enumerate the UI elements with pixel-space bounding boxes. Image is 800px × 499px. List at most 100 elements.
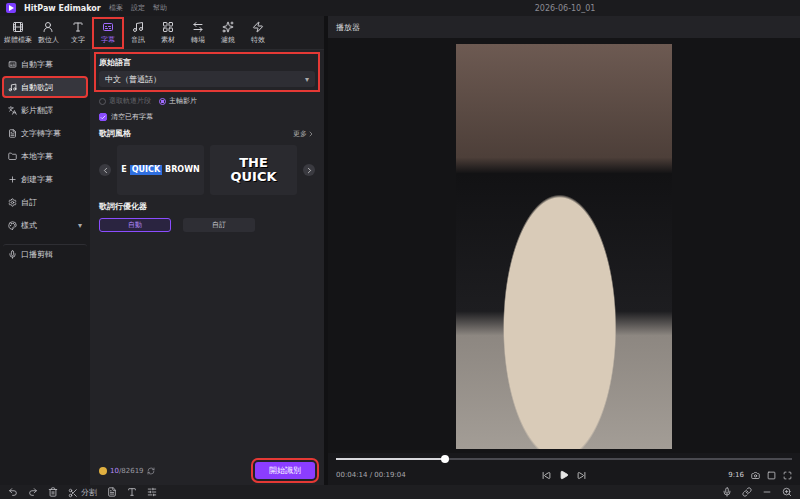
fullscreen-icon[interactable] xyxy=(783,471,792,480)
split-button[interactable]: 分割 xyxy=(68,487,97,498)
zoom-in-icon[interactable] xyxy=(782,487,792,497)
optimizer-button[interactable]: 自動 xyxy=(99,218,171,232)
sidebar-item[interactable]: 自動歌詞 xyxy=(3,77,87,97)
sidebar-item-icon xyxy=(8,60,17,69)
sidebar: 自動字幕自動歌詞影片翻譯文字轉字幕本地字幕創建字幕自訂樣式▾ 口播剪輯 xyxy=(0,50,90,485)
language-label: 原始語言 xyxy=(99,57,315,68)
tool-tab[interactable]: 濾鏡 xyxy=(214,19,242,47)
tool-tab[interactable]: 數位人 xyxy=(34,19,62,47)
sidebar-item[interactable]: 創建字幕 xyxy=(3,169,87,189)
mic-icon[interactable] xyxy=(722,487,732,497)
sidebar-label: 影片翻譯 xyxy=(21,105,53,116)
tab-icon xyxy=(12,21,24,33)
next-frame-icon[interactable] xyxy=(577,471,586,480)
sidebar-item[interactable]: 影片翻譯 xyxy=(3,100,87,120)
radio-dot xyxy=(159,98,166,105)
radio-label: 選取軌道片段 xyxy=(109,96,151,106)
sidebar-label: 創建字幕 xyxy=(21,174,53,185)
camera-icon[interactable] xyxy=(751,471,760,480)
sidebar-item-icon xyxy=(8,175,17,184)
tool-tabs: 媒體檔案數位人文字字幕音訊 素材 轉場濾鏡特效 xyxy=(0,16,324,50)
tab-icon xyxy=(162,21,174,33)
play-icon[interactable] xyxy=(559,470,569,480)
sidebar-item[interactable]: 文字轉字幕 xyxy=(3,123,87,143)
video-frame xyxy=(456,44,672,449)
previous-frame-icon[interactable] xyxy=(542,471,551,480)
sidebar-label: 自訂 xyxy=(21,197,37,208)
crop-icon[interactable] xyxy=(767,471,776,480)
language-value: 中文（普通話） xyxy=(105,74,161,85)
radio-option[interactable]: 選取軌道片段 xyxy=(99,96,151,106)
menu-item[interactable]: 幫助 xyxy=(153,3,167,13)
playhead[interactable] xyxy=(441,455,449,463)
start-button[interactable]: 開始識別 xyxy=(255,462,315,479)
sidebar-label: 口播剪輯 xyxy=(21,249,53,260)
tab-label: 媒體檔案 xyxy=(4,35,32,45)
language-dropdown[interactable]: 中文（普通話） ▾ xyxy=(99,71,315,87)
next-button[interactable] xyxy=(303,164,315,176)
sidebar-item[interactable]: 自動字幕 xyxy=(3,54,87,74)
tab-label: 音訊 xyxy=(131,35,145,45)
tab-icon xyxy=(72,21,84,33)
progress-track[interactable] xyxy=(336,458,792,460)
tab-icon xyxy=(222,21,234,33)
sidebar-label: 自動字幕 xyxy=(21,59,53,70)
aspect-ratio[interactable]: 9:16 xyxy=(728,471,744,479)
tool-tab[interactable]: 音訊 xyxy=(124,19,152,47)
tool-tab[interactable]: 字幕 xyxy=(94,19,122,47)
progress-fill xyxy=(336,458,445,460)
text-tool-icon[interactable] xyxy=(107,487,117,497)
redo-icon[interactable] xyxy=(28,487,38,497)
sidebar-item-icon xyxy=(8,250,17,259)
caret-icon: ▾ xyxy=(305,75,309,84)
zoom-out-icon[interactable] xyxy=(762,487,772,497)
tool-tab[interactable]: 特效 xyxy=(244,19,272,47)
tool-tab[interactable]: 文字 xyxy=(64,19,92,47)
tool-tab[interactable]: 媒體檔案 xyxy=(4,19,32,47)
panel-footer: 10/82619 開始識別 xyxy=(96,462,318,479)
progress-row xyxy=(328,453,800,465)
player: 播放器00:04:14 / 00:19:049:16 xyxy=(328,16,800,485)
optimizer-options: 自動自訂 xyxy=(96,218,318,232)
optimizer-button[interactable]: 自訂 xyxy=(183,218,255,232)
player-title: 播放器 xyxy=(328,16,800,38)
tab-label: 文字 xyxy=(71,35,85,45)
tab-label: 轉場 xyxy=(191,35,205,45)
sidebar-item-icon xyxy=(8,129,17,138)
style-label: 歌詞風格 xyxy=(99,128,131,139)
radio-dot xyxy=(99,98,106,105)
sidebar-item-icon xyxy=(8,198,17,207)
style-word: QUICK xyxy=(230,170,276,184)
menu-item[interactable]: 設定 xyxy=(131,3,145,13)
sidebar-item[interactable]: 自訂 xyxy=(3,192,87,212)
style-card[interactable]: EQUICKBROWN xyxy=(117,145,204,195)
undo-icon[interactable] xyxy=(8,487,18,497)
sidebar-item-icon xyxy=(8,83,17,92)
split-label: 分割 xyxy=(81,487,97,498)
lyrics-panel: 原始語言中文（普通話） ▾ 選取軌道片段主軸影片清空已有字幕歌詞風格 更多 EQUICK… xyxy=(90,50,324,485)
trash-icon[interactable] xyxy=(48,487,58,497)
tab-icon xyxy=(102,21,114,33)
tab-label: 素材 xyxy=(161,35,175,45)
sidebar-item[interactable]: 本地字幕 xyxy=(3,146,87,166)
sidebar-item[interactable]: 樣式▾ xyxy=(3,215,87,235)
tool-tab[interactable]: 素材 xyxy=(154,19,182,47)
sidebar-item[interactable]: 口播剪輯 xyxy=(3,244,87,264)
prev-button[interactable] xyxy=(99,164,111,176)
more-label: 更多 xyxy=(293,129,307,139)
title-bar: HitPaw Edimakor檔案設定幫助2026-06-10_01 xyxy=(0,0,800,16)
more-link[interactable]: 更多 xyxy=(293,129,315,139)
logo-icon xyxy=(6,3,16,13)
type-icon[interactable] xyxy=(127,487,137,497)
style-card[interactable]: THEQUICK xyxy=(210,145,297,195)
credits-value: 10/82619 xyxy=(110,467,144,475)
sidebar-label: 自動歌詞 xyxy=(21,82,53,93)
tool-tab[interactable]: 轉場 xyxy=(184,19,212,47)
radio-option[interactable]: 主軸影片 xyxy=(159,96,197,106)
link-icon[interactable] xyxy=(742,487,752,497)
refresh-icon[interactable] xyxy=(147,467,155,475)
adjust-icon[interactable] xyxy=(147,487,157,497)
menu-item[interactable]: 檔案 xyxy=(109,3,123,13)
clear-checkbox[interactable]: 清空已有字幕 xyxy=(96,112,318,122)
sidebar-item-icon xyxy=(8,152,17,161)
